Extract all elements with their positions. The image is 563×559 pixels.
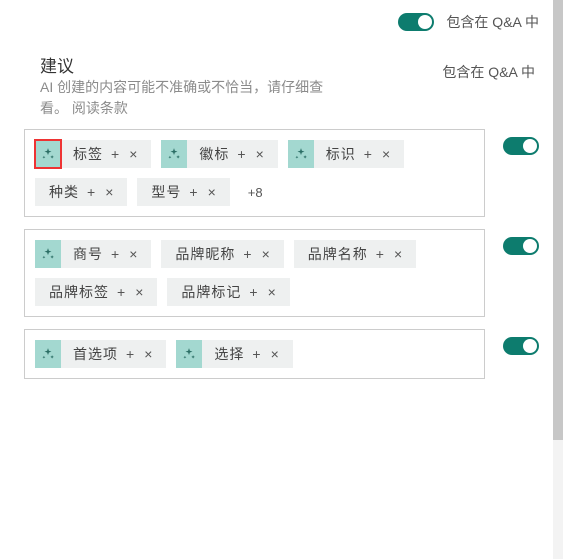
chip-label: 商号 (69, 244, 107, 264)
close-icon[interactable]: × (250, 146, 270, 162)
chips-box: 标签+×徽标+×标识+×种类+×型号+×+8 (24, 129, 485, 217)
close-icon[interactable]: × (256, 246, 276, 262)
suggest-left: 建议 AI 创建的内容可能不准确或不恰当，请仔细查看。 阅读条款 (40, 52, 442, 119)
plus-icon[interactable]: + (360, 146, 376, 162)
plus-icon[interactable]: + (185, 184, 201, 200)
chip-label: 品牌名称 (304, 244, 372, 264)
plus-icon[interactable]: + (113, 284, 129, 300)
synonym-chip[interactable]: 型号+× (137, 178, 229, 206)
chip-label: 选择 (210, 344, 248, 364)
sparkle-icon (288, 140, 314, 168)
synonym-group: 商号+×品牌昵称+×品牌名称+×品牌标签+×品牌标记+× (24, 229, 539, 317)
top-bar: 包含在 Q&A 中 (0, 0, 563, 44)
scrollbar-thumb[interactable] (553, 0, 563, 440)
chip-label: 型号 (147, 182, 185, 202)
group-toggle[interactable] (503, 337, 539, 355)
group-toggle[interactable] (503, 237, 539, 255)
close-icon[interactable]: × (388, 246, 408, 262)
close-icon[interactable]: × (129, 284, 149, 300)
synonym-chip[interactable]: 首选项+× (35, 340, 166, 368)
sparkle-icon (176, 340, 202, 368)
plus-icon[interactable]: + (248, 346, 264, 362)
synonym-chip[interactable]: 标识+× (288, 140, 404, 168)
close-icon[interactable]: × (262, 284, 282, 300)
sparkle-icon (35, 240, 61, 268)
sparkle-icon (35, 140, 61, 168)
suggest-header: 建议 AI 创建的内容可能不准确或不恰当，请仔细查看。 阅读条款 包含在 Q&A… (0, 44, 563, 129)
chip-label: 品牌标签 (45, 282, 113, 302)
synonym-chip[interactable]: 徽标+× (161, 140, 277, 168)
synonym-chip[interactable]: 品牌标记+× (167, 278, 289, 306)
suggest-right-label: 包含在 Q&A 中 (442, 52, 539, 82)
synonym-chip[interactable]: 品牌名称+× (294, 240, 416, 268)
chip-label: 品牌昵称 (171, 244, 239, 264)
chips-box: 首选项+×选择+× (24, 329, 485, 379)
synonym-chip[interactable]: 商号+× (35, 240, 151, 268)
group-toggle-wrap (503, 229, 539, 255)
close-icon[interactable]: × (123, 146, 143, 162)
plus-icon[interactable]: + (239, 246, 255, 262)
close-icon[interactable]: × (123, 246, 143, 262)
synonym-group: 标签+×徽标+×标识+×种类+×型号+×+8 (24, 129, 539, 217)
more-count-pill[interactable]: +8 (240, 178, 271, 206)
plus-icon[interactable]: + (372, 246, 388, 262)
synonym-chip[interactable]: 品牌昵称+× (161, 240, 283, 268)
synonym-chip[interactable]: 选择+× (176, 340, 292, 368)
chip-label: 标识 (322, 144, 360, 164)
close-icon[interactable]: × (376, 146, 396, 162)
plus-icon[interactable]: + (233, 146, 249, 162)
qa-toggle-label-top: 包含在 Q&A 中 (446, 12, 539, 32)
synonym-chip[interactable]: 品牌标签+× (35, 278, 157, 306)
plus-icon[interactable]: + (245, 284, 261, 300)
group-toggle-wrap (503, 129, 539, 155)
chip-label: 种类 (45, 182, 83, 202)
close-icon[interactable]: × (99, 184, 119, 200)
plus-icon[interactable]: + (107, 246, 123, 262)
chip-label: 徽标 (195, 144, 233, 164)
chips-box: 商号+×品牌昵称+×品牌名称+×品牌标签+×品牌标记+× (24, 229, 485, 317)
plus-icon[interactable]: + (83, 184, 99, 200)
sparkle-icon (35, 340, 61, 368)
close-icon[interactable]: × (265, 346, 285, 362)
sparkle-icon (161, 140, 187, 168)
read-terms-link[interactable]: 阅读条款 (72, 100, 128, 116)
suggest-subtitle: AI 创建的内容可能不准确或不恰当，请仔细查看。 阅读条款 (40, 77, 340, 119)
close-icon[interactable]: × (138, 346, 158, 362)
chip-label: 首选项 (69, 344, 122, 364)
suggest-title: 建议 (40, 52, 442, 77)
scrollbar-track[interactable] (553, 0, 563, 559)
qa-toggle-top[interactable] (398, 13, 434, 31)
synonym-chip[interactable]: 标签+× (35, 140, 151, 168)
group-toggle-wrap (503, 329, 539, 355)
synonym-group: 首选项+×选择+× (24, 329, 539, 379)
close-icon[interactable]: × (202, 184, 222, 200)
synonym-chip[interactable]: 种类+× (35, 178, 127, 206)
chip-label: 品牌标记 (177, 282, 245, 302)
group-toggle[interactable] (503, 137, 539, 155)
chip-label: 标签 (69, 144, 107, 164)
plus-icon[interactable]: + (122, 346, 138, 362)
plus-icon[interactable]: + (107, 146, 123, 162)
